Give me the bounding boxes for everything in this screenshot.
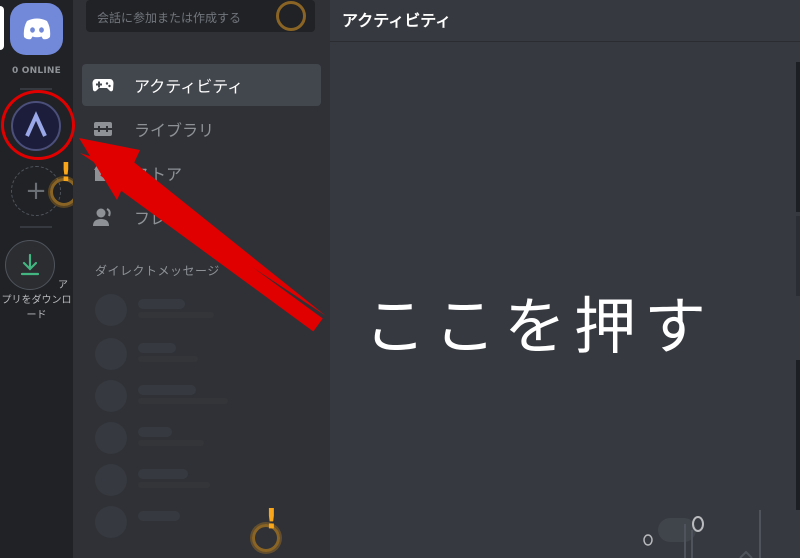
page-title: アクティビティ (342, 11, 452, 30)
nav-item-label: ライブラリ (134, 121, 215, 140)
tutorial-exclamation-icon: ! (265, 502, 278, 535)
dm-placeholder-row (95, 464, 315, 496)
tutorial-exclamation-icon: ! (60, 158, 72, 188)
avatar-placeholder (95, 338, 127, 370)
nav-item-activity[interactable]: アクティビティ (82, 64, 321, 106)
nav-item-label: アクティビティ (134, 77, 244, 96)
edge-strip (796, 62, 800, 212)
text-placeholder (138, 469, 188, 479)
dm-placeholder-row (95, 294, 315, 326)
decorative-illustration (643, 510, 761, 558)
avatar-placeholder (95, 422, 127, 454)
nav-item-label: ストア (134, 165, 183, 184)
gamepad-icon (92, 74, 114, 96)
edge-strip (796, 360, 800, 510)
friends-icon (92, 206, 114, 228)
tutorial-beacon[interactable] (276, 1, 306, 31)
home-button[interactable] (10, 3, 63, 55)
avatar-placeholder (95, 464, 127, 496)
text-placeholder (138, 440, 204, 446)
dm-sidebar: 会話に参加または作成する アクティビティ ライブラリ ストア フレンド ダイレク… (73, 0, 330, 558)
main-header: アクティビティ (330, 0, 800, 42)
annotation-callout: ここを押す (364, 290, 715, 363)
avatar-placeholder (95, 380, 127, 412)
rail-divider (20, 226, 52, 228)
dm-section-header: ダイレクトメッセージ (95, 264, 220, 278)
nav-item-library[interactable]: ライブラリ (82, 108, 321, 150)
text-placeholder (138, 343, 176, 353)
annotation-ring (1, 90, 75, 160)
server-rail: 0 ONLINE + ア プリをダウンロード (0, 0, 73, 558)
dm-placeholder-row (95, 380, 315, 412)
text-placeholder (138, 482, 210, 488)
dm-placeholder-row (95, 506, 315, 538)
avatar-placeholder (95, 506, 127, 538)
nav-item-store[interactable]: ストア (82, 152, 321, 194)
avatar-placeholder (95, 294, 127, 326)
download-icon (20, 253, 40, 276)
selected-indicator (0, 6, 4, 50)
dm-placeholder-row (95, 338, 315, 370)
nav-item-friends[interactable]: フレンド (82, 196, 321, 238)
online-count: 0 ONLINE (12, 66, 61, 76)
edge-strip (796, 216, 800, 296)
text-placeholder (138, 511, 180, 521)
discord-logo-icon (23, 18, 50, 40)
text-placeholder (138, 427, 172, 437)
text-placeholder (138, 356, 198, 362)
text-placeholder (138, 312, 214, 318)
library-icon (92, 118, 114, 140)
text-placeholder (138, 398, 228, 404)
dm-placeholder-row (95, 422, 315, 454)
text-placeholder (138, 299, 185, 309)
text-placeholder (138, 385, 196, 395)
nav-item-label: フレンド (134, 209, 199, 228)
download-apps-label: ア プリをダウンロード (1, 280, 72, 321)
store-icon (92, 162, 114, 184)
plus-icon: + (25, 176, 47, 206)
